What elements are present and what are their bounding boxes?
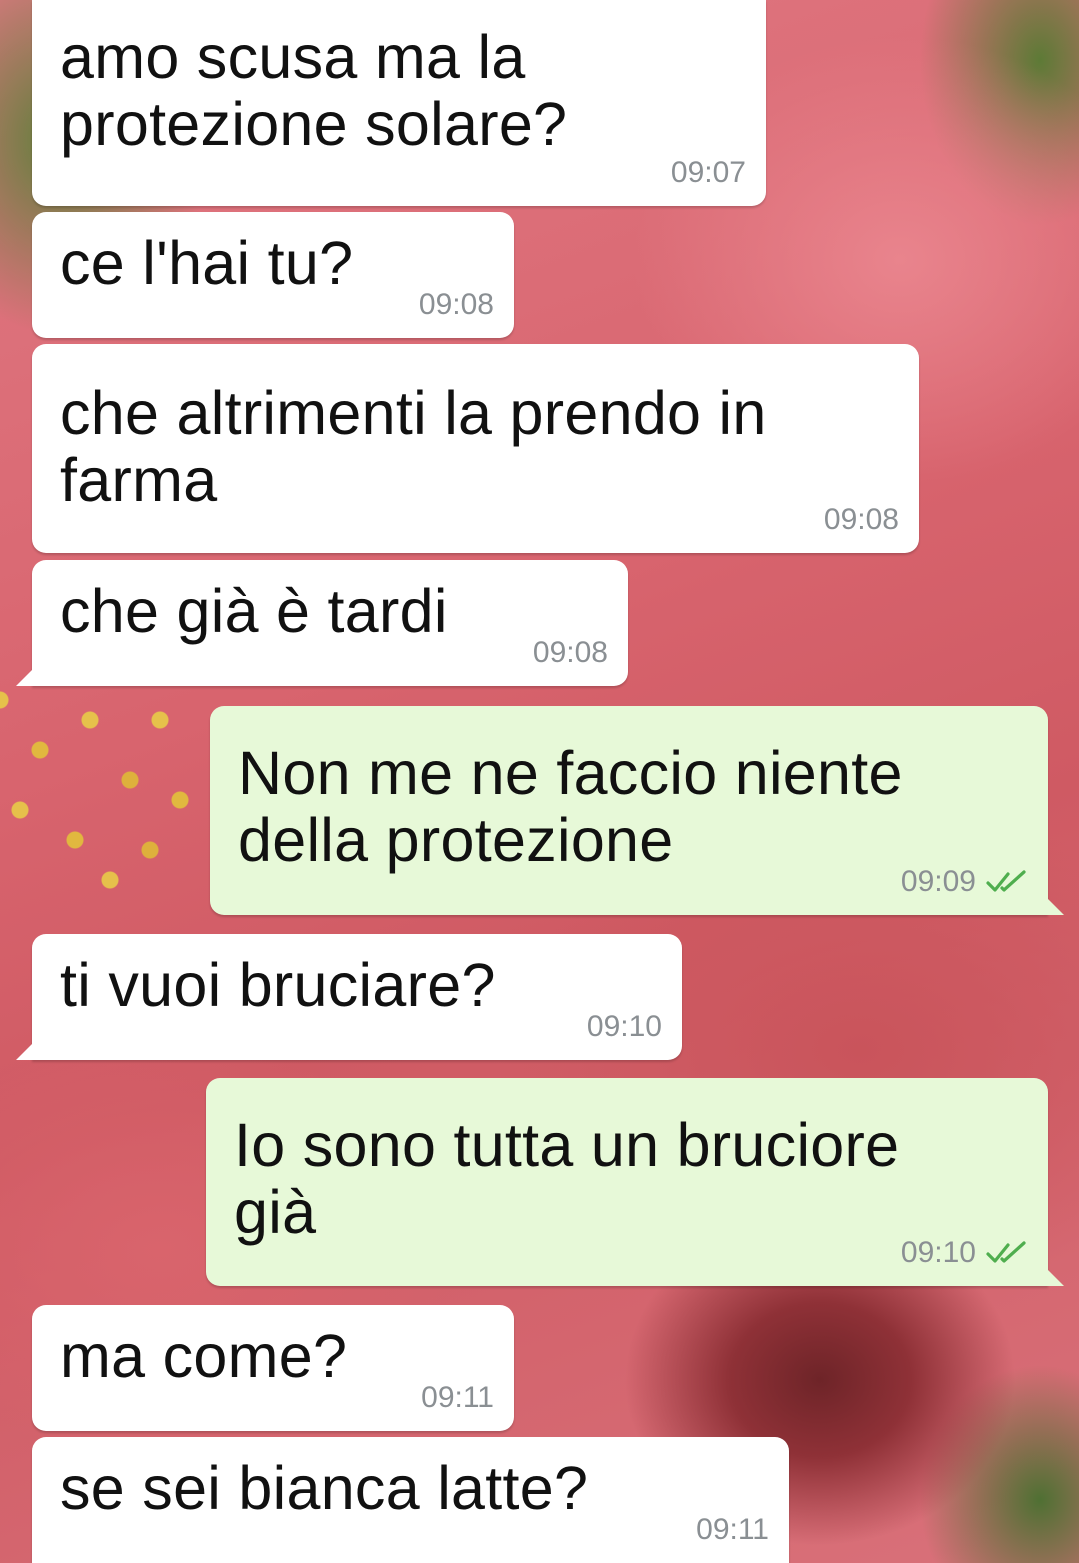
message-text: che altrimenti la prendo in farma [60, 379, 767, 514]
message-timestamp: 09:08 [823, 503, 899, 536]
message-meta: 09:10 [901, 1236, 1028, 1270]
message-meta: 09:11 [696, 1513, 769, 1547]
message-meta: 09:08 [533, 636, 608, 670]
message-meta: 09:08 [824, 503, 899, 537]
message-text: Io sono tutta un bruciore già [234, 1111, 900, 1246]
message-text: ma come? [60, 1322, 348, 1390]
message-bubble-incoming[interactable]: che già è tardi 09:08 [16, 560, 628, 686]
message-meta: 09:08 [419, 288, 494, 322]
message-timestamp: 09:11 [696, 1513, 769, 1546]
message-text: se sei bianca latte? [60, 1454, 589, 1522]
message-bubble-incoming[interactable]: ti vuoi bruciare? 09:10 [16, 934, 682, 1060]
message-bubble-incoming[interactable]: se sei bianca latte? 09:11 [32, 1437, 789, 1563]
message-bubble-incoming[interactable]: ma come? 09:11 [32, 1305, 514, 1431]
double-check-icon [986, 1241, 1026, 1263]
message-text: ti vuoi bruciare? [60, 951, 496, 1019]
message-bubble-outgoing[interactable]: Non me ne faccio niente della protezione… [210, 706, 1064, 915]
message-timestamp: 09:10 [900, 1236, 976, 1269]
message-timestamp: 09:09 [900, 865, 976, 898]
message-text: Non me ne faccio niente della protezione [238, 739, 903, 874]
message-timestamp: 09:08 [532, 636, 608, 669]
message-timestamp: 09:10 [586, 1010, 662, 1043]
message-timestamp: 09:11 [421, 1381, 494, 1414]
message-meta: 09:10 [587, 1010, 662, 1044]
message-timestamp: 09:08 [418, 288, 494, 321]
message-meta: 09:09 [901, 865, 1028, 899]
message-meta: 09:07 [671, 156, 746, 190]
message-bubble-incoming[interactable]: ce l'hai tu? 09:08 [32, 212, 514, 338]
message-bubble-incoming[interactable]: che altrimenti la prendo in farma 09:08 [32, 344, 919, 553]
message-bubble-outgoing[interactable]: Io sono tutta un bruciore già 09:10 [206, 1078, 1064, 1286]
message-text: che già è tardi [60, 577, 448, 645]
message-text: amo scusa ma la protezione solare? [60, 23, 568, 158]
message-meta: 09:11 [421, 1381, 494, 1415]
message-timestamp: 09:07 [670, 156, 746, 189]
message-text: ce l'hai tu? [60, 229, 354, 297]
double-check-icon [986, 870, 1026, 892]
message-list[interactable]: amo scusa ma la protezione solare? 09:07… [0, 0, 1079, 1563]
message-bubble-incoming[interactable]: amo scusa ma la protezione solare? 09:07 [32, 0, 766, 206]
